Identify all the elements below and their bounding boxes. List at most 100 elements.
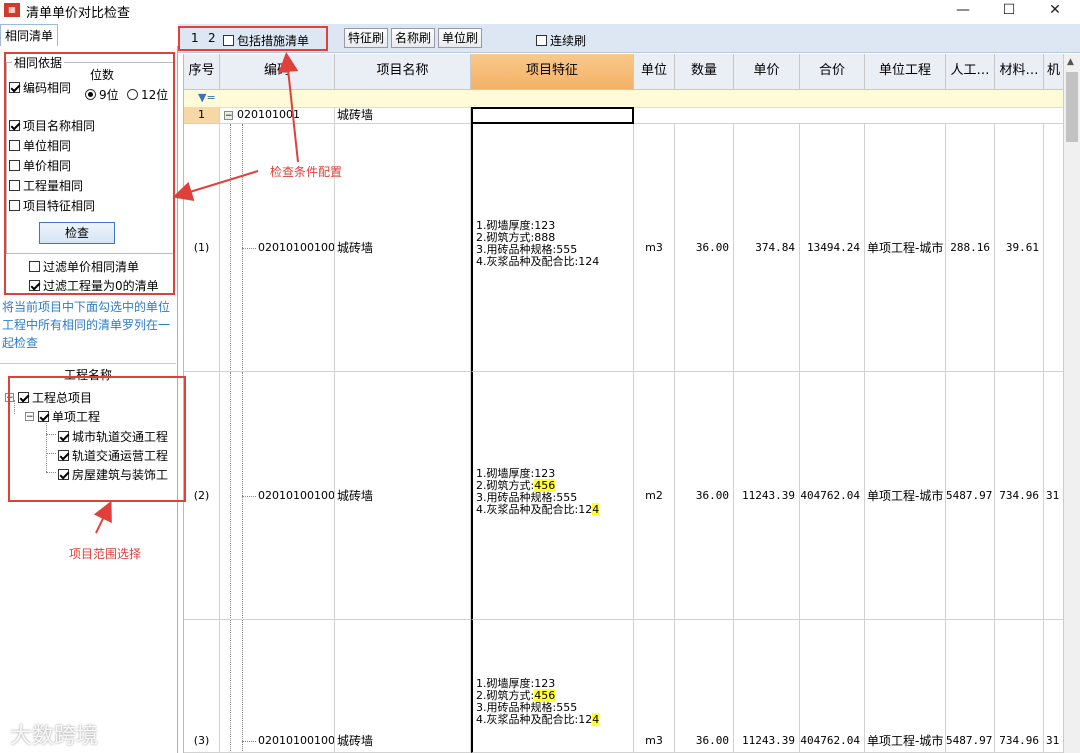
check-name-same[interactable]: 项目名称相同	[9, 117, 95, 134]
row3-name[interactable]: 城砖墙	[335, 620, 471, 753]
row2-seq[interactable]: (2)	[184, 372, 220, 620]
row1-code-cell[interactable]: 020101001001	[220, 124, 335, 372]
row3-unit-project[interactable]: 单项工程-城市	[865, 620, 946, 753]
row3-unit[interactable]: m3	[634, 620, 675, 753]
header-name[interactable]: 项目名称	[335, 54, 471, 90]
row1-labor[interactable]: 288.16	[946, 124, 995, 372]
header-feature[interactable]: 项目特征	[471, 54, 634, 90]
tree-connector	[46, 434, 56, 435]
checkbox-icon	[9, 160, 20, 171]
hint-text: 将当前项目中下面勾选中的单位工程中所有相同的清单罗列在一起检查	[2, 300, 171, 350]
filter-icon[interactable]: ▼=	[198, 91, 216, 104]
row1-material[interactable]: 39.61	[995, 124, 1044, 372]
checkbox-icon[interactable]	[18, 392, 29, 403]
row2-feature[interactable]: 1.砌墙厚度:123 2.砌筑方式:456 3.用砖品种规格:555 4.灰浆品种及配…	[471, 372, 634, 620]
close-button[interactable]: ✕	[1032, 0, 1078, 22]
tree-leaf[interactable]: 城市轨道交通工程	[58, 428, 168, 445]
group-seq[interactable]: 1	[184, 107, 220, 124]
checkbox-icon[interactable]	[58, 450, 69, 461]
minimize-button[interactable]: —	[940, 0, 986, 22]
tree-connector	[230, 620, 231, 752]
row2-price[interactable]: 11243.39	[734, 372, 800, 620]
row2-machine[interactable]: 31	[1044, 372, 1064, 620]
radio-icon	[127, 89, 138, 100]
header-material[interactable]: 材料…	[995, 54, 1044, 90]
row3-machine[interactable]: 31	[1044, 620, 1064, 753]
radio-9-digits[interactable]: 9位	[85, 86, 119, 103]
row2-unit[interactable]: m2	[634, 372, 675, 620]
row1-name[interactable]: 城砖墙	[335, 124, 471, 372]
row3-code: 020101001005	[258, 734, 335, 747]
checkbox-icon[interactable]	[38, 411, 49, 422]
row2-qty[interactable]: 36.00	[675, 372, 734, 620]
check-unit-same[interactable]: 单位相同	[9, 137, 71, 154]
window-title: 清单单价对比检查	[26, 6, 131, 21]
row1-feature[interactable]: 1.砌墙厚度:123 2.砌筑方式:888 3.用砖品种规格:555 4.灰浆品种及配…	[471, 124, 634, 372]
header-seq[interactable]: 序号	[184, 54, 220, 90]
check-qty-same[interactable]: 工程量相同	[9, 177, 83, 194]
checkbox-icon[interactable]	[58, 469, 69, 480]
row3-code-cell[interactable]: 020101001005	[220, 620, 335, 753]
row1-price[interactable]: 374.84	[734, 124, 800, 372]
row3-price[interactable]: 11243.39	[734, 620, 800, 753]
row3-material[interactable]: 734.96	[995, 620, 1044, 753]
tree-root[interactable]: − 工程总项目	[5, 389, 92, 406]
tree-sub-project[interactable]: − 单项工程	[25, 408, 100, 425]
vertical-scrollbar[interactable]: ▲	[1063, 54, 1080, 753]
filter-zero-qty-checkbox[interactable]: 过滤工程量为0的清单	[29, 277, 159, 294]
scroll-thumb[interactable]	[1066, 72, 1078, 142]
tree-leaf[interactable]: 房屋建筑与装饰工	[58, 466, 168, 483]
check-price-same[interactable]: 单价相同	[9, 157, 71, 174]
row2-total[interactable]: 404762.04	[800, 372, 865, 620]
check-button[interactable]: 检查	[39, 222, 115, 244]
group-name[interactable]: 城砖墙	[335, 107, 471, 124]
header-code[interactable]: 编码	[220, 54, 335, 90]
scroll-up-icon[interactable]: ▲	[1067, 57, 1074, 67]
row2-material[interactable]: 734.96	[995, 372, 1044, 620]
check-feature-same[interactable]: 项目特征相同	[9, 197, 95, 214]
radio-12-digits[interactable]: 12位	[127, 86, 168, 103]
code-same-checkbox[interactable]: 编码相同	[9, 79, 71, 96]
level-1-button[interactable]: 1	[191, 31, 199, 45]
row2-name[interactable]: 城砖墙	[335, 372, 471, 620]
feature-brush-button[interactable]: 特征刷	[344, 28, 388, 48]
group-feature-cell-selected[interactable]	[471, 107, 634, 124]
collapse-icon[interactable]: −	[25, 412, 34, 422]
continuous-brush-checkbox[interactable]: 连续刷	[536, 32, 586, 49]
row2-labor[interactable]: 5487.97	[946, 372, 995, 620]
row3-qty[interactable]: 36.00	[675, 620, 734, 753]
header-unit-project[interactable]: 单位工程	[865, 54, 946, 90]
level-2-button[interactable]: 2	[208, 31, 216, 45]
tab-same-items[interactable]: 相同清单	[0, 24, 58, 46]
header-total[interactable]: 合价	[800, 54, 865, 90]
group-code-cell[interactable]: −020101001	[220, 107, 335, 124]
row3-labor[interactable]: 5487.97	[946, 620, 995, 753]
row1-total[interactable]: 13494.24	[800, 124, 865, 372]
row3-feature[interactable]: 1.砌墙厚度:123 2.砌筑方式:456 3.用砖品种规格:555 4.灰浆品种及配…	[471, 620, 634, 753]
tree-connector	[230, 124, 231, 371]
row1-qty[interactable]: 36.00	[675, 124, 734, 372]
row1-machine[interactable]	[1044, 124, 1064, 372]
tree-leaf[interactable]: 轨道交通运营工程	[58, 447, 168, 464]
tree-connector	[46, 472, 56, 473]
header-price[interactable]: 单价	[734, 54, 800, 90]
checkbox-icon[interactable]	[58, 431, 69, 442]
row1-seq[interactable]: (1)	[184, 124, 220, 372]
row1-unit-project[interactable]: 单项工程-城市	[865, 124, 946, 372]
filter-same-price-checkbox[interactable]: 过滤单价相同清单	[29, 258, 139, 275]
row1-unit[interactable]: m3	[634, 124, 675, 372]
header-labor[interactable]: 人工…	[946, 54, 995, 90]
row2-unit-project[interactable]: 单项工程-城市	[865, 372, 946, 620]
collapse-icon[interactable]: −	[5, 393, 14, 403]
maximize-button[interactable]: ☐	[986, 0, 1032, 22]
row2-code-cell[interactable]: 020101001004	[220, 372, 335, 620]
header-unit[interactable]: 单位	[634, 54, 675, 90]
collapse-icon[interactable]: −	[224, 110, 233, 120]
row3-seq[interactable]: (3)	[184, 620, 220, 753]
name-brush-button[interactable]: 名称刷	[391, 28, 435, 48]
header-qty[interactable]: 数量	[675, 54, 734, 90]
row3-total[interactable]: 404762.04	[800, 620, 865, 753]
include-measures-checkbox[interactable]: 包括措施清单	[223, 32, 309, 49]
header-machine[interactable]: 机	[1044, 54, 1064, 90]
unit-brush-button[interactable]: 单位刷	[438, 28, 482, 48]
